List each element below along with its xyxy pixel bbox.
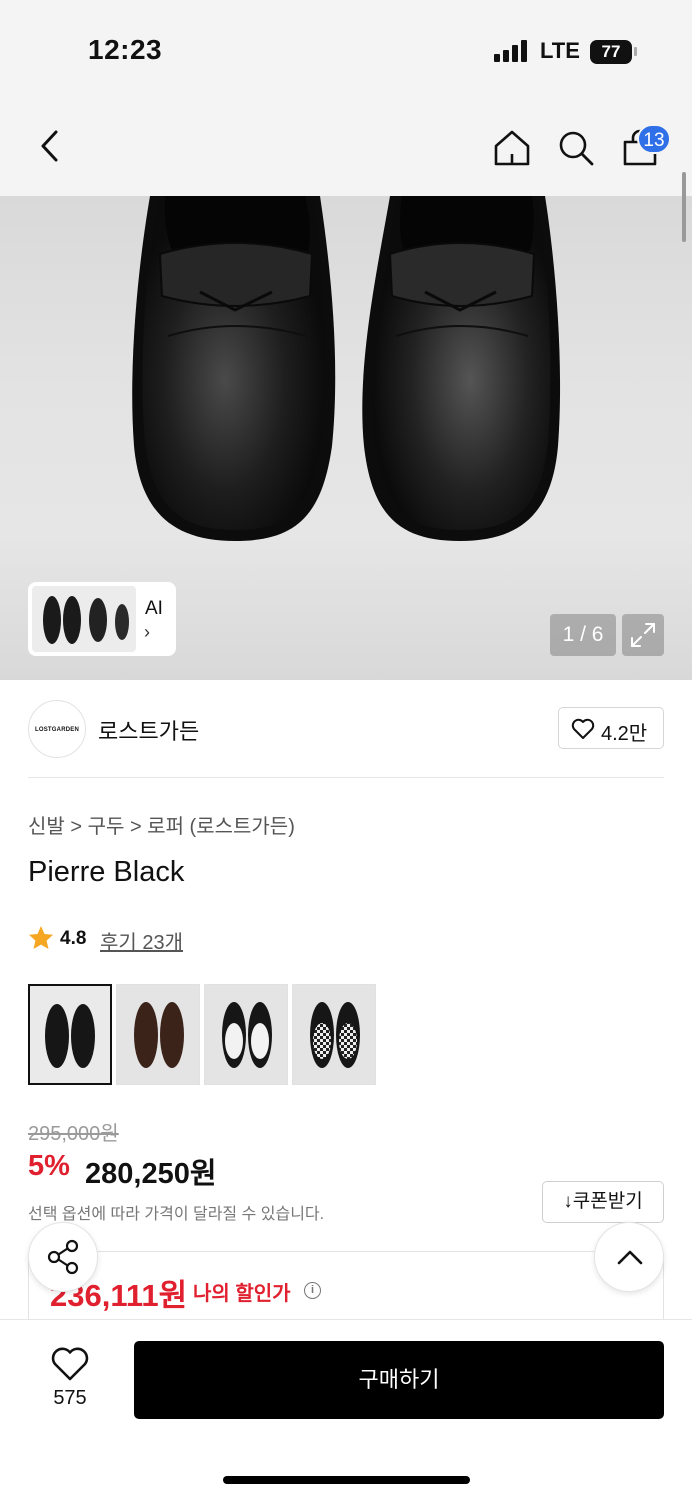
- product-title: Pierre Black: [28, 856, 185, 888]
- price-note: 선택 옵션에 따라 가격이 달라질 수 있습니다.: [28, 1206, 325, 1223]
- ai-thumbnail: [32, 586, 136, 652]
- original-price: 295,000원: [28, 1123, 119, 1145]
- chevron-up-icon: [617, 1250, 643, 1265]
- battery-icon: 77: [590, 40, 632, 64]
- color-option-black[interactable]: [28, 984, 112, 1085]
- back-icon[interactable]: [34, 126, 70, 166]
- status-bar: 12:23 LTE 77: [0, 0, 692, 96]
- ai-label: AI: [145, 598, 163, 619]
- divider: [28, 777, 664, 778]
- scroll-indicator[interactable]: [682, 172, 686, 242]
- sale-price: 280,250원: [85, 1158, 217, 1190]
- color-option-black-white[interactable]: [204, 984, 288, 1085]
- status-time: 12:23: [88, 34, 163, 65]
- brand-logo[interactable]: LOSTGARDEN: [28, 700, 86, 758]
- chevron-right-icon: ›: [144, 622, 150, 642]
- cart-count-badge: 13: [637, 124, 671, 154]
- info-icon[interactable]: i: [304, 1282, 321, 1299]
- expand-icon: [631, 623, 655, 647]
- wishlist-count: 575: [53, 1387, 87, 1409]
- color-option-brown[interactable]: [116, 984, 200, 1085]
- color-option-checker[interactable]: [292, 984, 376, 1085]
- brand-name[interactable]: 로스트가든: [98, 714, 199, 746]
- share-button[interactable]: [28, 1222, 98, 1292]
- wishlist-heart-icon[interactable]: [50, 1346, 90, 1382]
- home-indicator: [223, 1476, 470, 1484]
- download-icon: ↓: [563, 1191, 573, 1212]
- battery-tip: [634, 47, 637, 56]
- nav-bar: [0, 96, 692, 196]
- heart-icon: [571, 718, 595, 739]
- expand-button[interactable]: [622, 614, 664, 656]
- network-label: LTE: [540, 38, 580, 63]
- brand-like-count: 4.2만: [601, 723, 648, 745]
- coupon-button[interactable]: ↓쿠폰받기: [542, 1181, 664, 1223]
- coupon-label: 쿠폰받기: [572, 1191, 643, 1212]
- home-icon[interactable]: [492, 128, 532, 168]
- breadcrumb[interactable]: 신발 > 구두 > 로퍼 (로스트가든): [28, 810, 295, 839]
- member-price-label: 나의 할인가: [193, 1283, 291, 1305]
- buy-button[interactable]: 구매하기: [134, 1341, 664, 1419]
- star-icon: [29, 926, 53, 949]
- share-icon: [47, 1239, 79, 1275]
- discount-rate: 5%: [28, 1150, 70, 1182]
- search-icon[interactable]: [556, 128, 596, 168]
- scroll-top-button[interactable]: [594, 1222, 664, 1292]
- rating-value: 4.8: [60, 928, 87, 949]
- review-link[interactable]: 후기 23개: [100, 926, 183, 955]
- image-page-counter: 1 / 6: [550, 614, 616, 656]
- signal-icon: [494, 40, 528, 62]
- brand-like-button[interactable]: 4.2만: [558, 707, 664, 749]
